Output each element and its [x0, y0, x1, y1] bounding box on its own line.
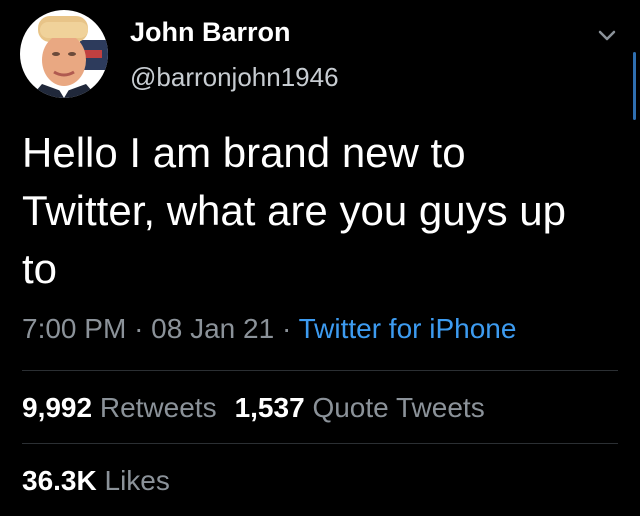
avatar[interactable] — [20, 10, 108, 98]
tweet-text: Hello I am brand new to Twitter, what ar… — [22, 129, 566, 292]
chevron-down-icon[interactable] — [596, 24, 618, 46]
tweet-meta: 7:00 PM · 08 Jan 21 · Twitter for iPhone — [22, 310, 516, 348]
quote-tweets-count: 1,537 — [234, 392, 305, 423]
scrollbar[interactable] — [633, 52, 636, 120]
retweets-stat[interactable]: 9,992 Retweets — [22, 392, 217, 423]
quote-tweets-label: Quote Tweets — [312, 392, 485, 423]
meta-separator: · — [134, 313, 144, 344]
divider — [22, 370, 618, 371]
quote-tweets-stat[interactable]: 1,537 Quote Tweets — [235, 392, 485, 423]
profile-photo-icon — [20, 10, 108, 98]
display-name[interactable]: John Barron — [130, 14, 291, 50]
retweets-label: Retweets — [99, 392, 217, 423]
likes-stat[interactable]: 36.3K Likes — [22, 463, 170, 499]
tweet-detail: John Barron @barronjohn1946 Hello I am b… — [0, 0, 640, 516]
tweet-time: 7:00 PM — [22, 313, 127, 344]
tweet-date: 08 Jan 21 — [151, 313, 275, 344]
divider — [22, 443, 618, 444]
engagement-stats: 9,992 Retweets 1,537 Quote Tweets — [22, 390, 485, 426]
meta-separator: · — [281, 313, 292, 344]
likes-count: 36.3K — [22, 465, 97, 496]
retweets-count: 9,992 — [22, 392, 93, 423]
likes-label: Likes — [104, 465, 170, 496]
user-handle[interactable]: @barronjohn1946 — [130, 60, 339, 94]
tweet-source-link[interactable]: Twitter for iPhone — [299, 313, 517, 344]
